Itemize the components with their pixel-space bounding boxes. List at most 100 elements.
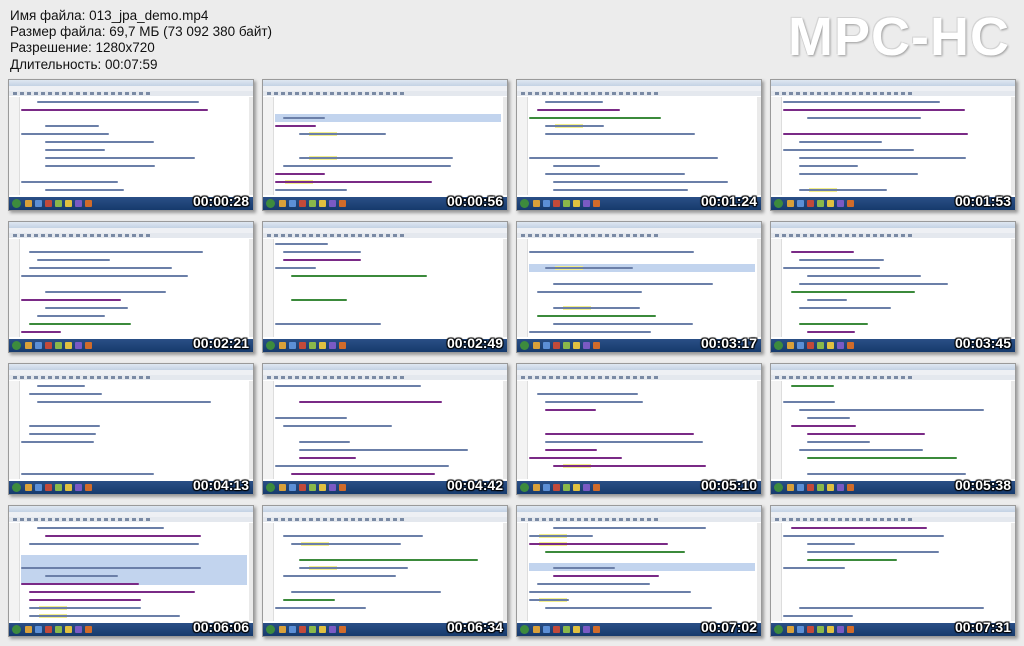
editor-toolbar [517, 233, 761, 238]
taskbar-app-icon [847, 200, 854, 207]
timestamp: 00:07:31 [954, 619, 1011, 635]
taskbar-app-icon [583, 484, 590, 491]
code-line [545, 125, 604, 127]
code-line [545, 133, 695, 135]
editor-scroll [757, 523, 761, 621]
resolution: Разрешение: 1280x720 [10, 40, 155, 56]
taskbar-app-icon [45, 342, 52, 349]
video-thumbnail: 00:01:24 [516, 79, 762, 211]
taskbar-app-icon [847, 626, 854, 633]
taskbar-app-icon [279, 200, 286, 207]
taskbar-app-icon [319, 484, 326, 491]
editor-toolbar [263, 91, 507, 96]
taskbar-app-icon [817, 626, 824, 633]
video-thumbnail: 00:00:28 [8, 79, 254, 211]
editor-scroll [757, 239, 761, 337]
code-line [807, 275, 921, 277]
taskbar-app-icon [797, 626, 804, 633]
code-line [545, 551, 685, 553]
taskbar-app-icon [25, 626, 32, 633]
taskbar-app-icon [309, 200, 316, 207]
taskbar-app-icon [339, 200, 346, 207]
timestamp: 00:04:42 [446, 477, 503, 493]
code-line [807, 417, 850, 419]
code-line [45, 575, 118, 577]
code-line [37, 527, 164, 529]
duration: Длительность: 00:07:59 [10, 56, 158, 72]
taskbar-app-icon [309, 342, 316, 349]
editor-gutter [9, 523, 20, 621]
code-line [37, 385, 85, 387]
code-line [807, 559, 897, 561]
code-area [275, 525, 501, 618]
code-line [275, 181, 432, 183]
taskbar-app-icon [55, 342, 62, 349]
timestamp: 00:06:34 [446, 619, 503, 635]
code-line [529, 543, 668, 545]
taskbar-app-icon [329, 200, 336, 207]
taskbar-app-icon [553, 484, 560, 491]
taskbar-app-icon [85, 200, 92, 207]
code-line [799, 607, 984, 609]
code-line [45, 149, 105, 151]
taskbar-app-icon [279, 342, 286, 349]
taskbar-app-icon [787, 484, 794, 491]
taskbar-app-icon [75, 626, 82, 633]
taskbar-app-icon [543, 200, 550, 207]
code-line [45, 165, 155, 167]
video-thumbnail: 00:02:49 [262, 221, 508, 353]
code-line [529, 157, 718, 159]
editor-gutter [517, 97, 528, 195]
timestamp: 00:02:21 [192, 335, 249, 351]
taskbar-app-icon [533, 200, 540, 207]
code-line [275, 607, 366, 609]
taskbar-app-icon [593, 484, 600, 491]
taskbar-app-icon [45, 484, 52, 491]
editor-scroll [249, 381, 253, 479]
code-line [807, 457, 957, 459]
start-icon [520, 199, 529, 208]
code-line [807, 543, 855, 545]
code-line [45, 125, 99, 127]
timestamp: 00:03:45 [954, 335, 1011, 351]
editor-scroll [757, 381, 761, 479]
code-line [21, 275, 188, 277]
taskbar-app-icon [593, 200, 600, 207]
timestamp: 00:02:49 [446, 335, 503, 351]
video-thumbnail: 00:02:21 [8, 221, 254, 353]
file-size: Размер файла: 69,7 МБ (73 092 380 байт) [10, 24, 273, 40]
editor-toolbar [263, 375, 507, 380]
taskbar-app-icon [25, 200, 32, 207]
start-icon [12, 199, 21, 208]
code-line [291, 543, 401, 545]
code-area [783, 383, 1009, 476]
code-line [291, 299, 347, 301]
taskbar-app-icon [65, 626, 72, 633]
taskbar-app-icon [319, 626, 326, 633]
code-line [807, 441, 870, 443]
code-line [553, 307, 640, 309]
code-line [799, 189, 887, 191]
taskbar-app-icon [309, 484, 316, 491]
taskbar-app-icon [65, 200, 72, 207]
editor-scroll [249, 523, 253, 621]
code-line [529, 457, 622, 459]
code-line [29, 543, 199, 545]
taskbar-app-icon [553, 200, 560, 207]
taskbar-app-icon [817, 342, 824, 349]
code-line [537, 315, 656, 317]
editor-scroll [1011, 239, 1015, 337]
taskbar-app-icon [329, 484, 336, 491]
code-line [799, 283, 948, 285]
taskbar-app-icon [279, 626, 286, 633]
taskbar-app-icon [573, 200, 580, 207]
taskbar-app-icon [827, 342, 834, 349]
taskbar-app-icon [563, 626, 570, 633]
video-thumbnail: 00:04:13 [8, 363, 254, 495]
taskbar-app-icon [593, 626, 600, 633]
video-thumbnail: 00:07:31 [770, 505, 1016, 637]
code-line [299, 559, 478, 561]
code-line [791, 251, 854, 253]
code-line [783, 567, 845, 569]
editor-gutter [263, 97, 274, 195]
